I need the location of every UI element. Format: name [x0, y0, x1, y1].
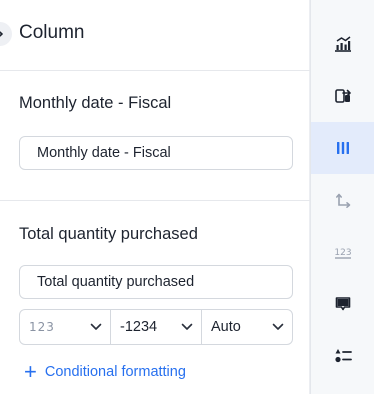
number-format-icon: 123	[334, 248, 352, 259]
rail-item-chart[interactable]	[311, 18, 374, 70]
units-value: Auto	[211, 319, 241, 335]
chevron-right-icon	[0, 31, 3, 37]
section-title-quantity: Total quantity purchased	[19, 225, 198, 243]
number-format-value: 123	[29, 320, 55, 334]
conditional-formatting-link[interactable]: + Conditional formatting	[24, 361, 186, 383]
chevron-down-icon	[272, 323, 284, 331]
panel-title: Column	[19, 22, 85, 43]
section-title-date: Monthly date - Fiscal	[19, 94, 172, 112]
rail-item-number-format[interactable]: 123	[311, 226, 374, 278]
plus-icon: +	[24, 359, 37, 384]
chevron-down-icon	[181, 323, 193, 331]
chevron-down-icon	[90, 323, 102, 331]
divider	[0, 200, 310, 201]
date-column-name-input[interactable]	[19, 136, 293, 170]
columns-icon	[337, 142, 349, 154]
swap-icon	[335, 89, 351, 103]
units-select[interactable]: Auto	[201, 310, 292, 344]
rail-item-swap[interactable]	[311, 70, 374, 122]
rail-item-columns[interactable]	[311, 122, 374, 174]
tooltip-icon	[335, 297, 351, 311]
negative-format-select[interactable]: -1234	[110, 310, 201, 344]
number-format-select[interactable]: 123	[20, 310, 110, 344]
rail-item-tooltip[interactable]	[311, 278, 374, 330]
settings-rail: 123	[310, 0, 374, 394]
number-format-row: 123 -1234 Auto	[19, 309, 293, 345]
column-settings-panel: Column Monthly date - Fiscal Total quant…	[0, 0, 310, 394]
chart-icon	[335, 36, 351, 52]
axis-icon	[336, 193, 351, 208]
collapse-panel-button[interactable]	[0, 22, 12, 46]
rail-item-axis[interactable]	[311, 174, 374, 226]
conditional-formatting-label: Conditional formatting	[44, 364, 186, 380]
rail-item-settings[interactable]	[311, 330, 374, 382]
svg-text:123: 123	[334, 248, 351, 258]
negative-format-value: -1234	[120, 319, 158, 335]
settings-list-icon	[335, 349, 352, 363]
divider	[0, 70, 310, 71]
quantity-column-name-input[interactable]	[19, 265, 293, 299]
